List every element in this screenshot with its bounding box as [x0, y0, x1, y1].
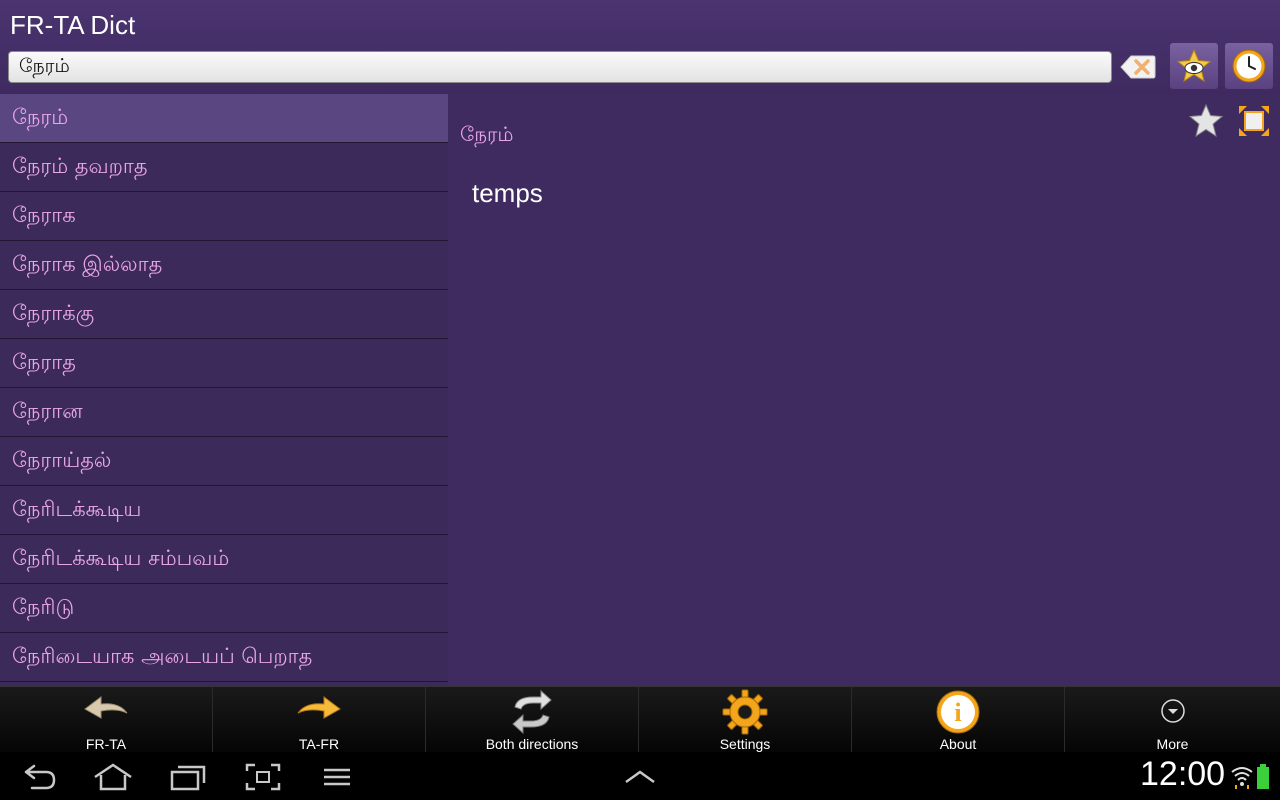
list-item[interactable]: நேரான [0, 388, 448, 437]
chevron-up-icon[interactable] [622, 762, 658, 792]
wifi-icon [1231, 767, 1253, 789]
action-bar: FR-TA TA-FR Both directions Settings i A… [0, 686, 1280, 752]
both-directions-button[interactable]: Both directions [426, 687, 639, 752]
star-icon [1188, 103, 1224, 138]
title-bar: FR-TA Dict [0, 0, 1280, 94]
fullscreen-button[interactable] [1236, 103, 1272, 139]
clear-search-button[interactable] [1119, 53, 1157, 81]
system-navigation-bar [0, 752, 1280, 800]
recent-apps-icon[interactable] [168, 762, 208, 792]
swap-arrows-icon [512, 689, 552, 735]
list-item[interactable]: நேரிடு [0, 584, 448, 633]
list-item[interactable]: நேராக்கு [0, 290, 448, 339]
settings-label: Settings [719, 736, 771, 752]
ta-fr-label: TA-FR [298, 736, 340, 752]
list-item[interactable]: நேராக இல்லாத [0, 241, 448, 290]
favorites-button[interactable] [1170, 43, 1218, 89]
app-title: FR-TA Dict [10, 10, 136, 40]
back-arrow-icon [84, 696, 128, 719]
status-clock: 12:00 [1140, 755, 1226, 793]
fullscreen-icon [1239, 106, 1269, 136]
home-button-icon[interactable] [92, 762, 134, 792]
list-item[interactable]: நேராத [0, 339, 448, 388]
more-label: More [1156, 736, 1189, 752]
history-clock-icon [1232, 49, 1266, 83]
list-item[interactable]: நேரம் [0, 94, 448, 143]
screenshot-icon[interactable] [244, 762, 282, 792]
history-button[interactable] [1225, 43, 1273, 89]
clear-text-icon [1120, 55, 1156, 79]
gear-icon [722, 689, 768, 735]
app-window: FR-TA Dict நேரம் நேரம் தவறாத [0, 0, 1280, 686]
definition-headword: நேரம் [460, 122, 514, 146]
menu-icon[interactable] [320, 762, 354, 792]
search-input[interactable] [8, 51, 1112, 83]
list-item[interactable]: நேராக [0, 192, 448, 241]
fr-ta-button[interactable]: FR-TA [0, 687, 213, 752]
more-button[interactable]: More [1065, 687, 1280, 752]
svg-text:i: i [954, 698, 961, 727]
about-label: About [939, 736, 977, 752]
list-item[interactable]: நேரிடையாக அடையப் பெறாத [0, 633, 448, 682]
add-favorite-button[interactable] [1188, 103, 1224, 139]
about-button[interactable]: i About [852, 687, 1065, 752]
definition-panel: நேரம் temps [448, 94, 1280, 686]
both-directions-label: Both directions [485, 736, 579, 752]
back-button-icon[interactable] [20, 762, 60, 792]
list-item[interactable]: நேராய்தல் [0, 437, 448, 486]
list-item[interactable]: நேரிடக்கூடிய [0, 486, 448, 535]
fr-ta-label: FR-TA [85, 736, 127, 752]
more-dropdown-icon [1160, 699, 1185, 723]
battery-icon [1257, 764, 1269, 789]
ta-fr-button[interactable]: TA-FR [213, 687, 426, 752]
settings-button[interactable]: Settings [639, 687, 852, 752]
favorites-eye-icon [1176, 48, 1212, 83]
list-item[interactable]: நேரிடக்கூடிய சம்பவம் [0, 535, 448, 584]
definition-translation: temps [472, 178, 543, 208]
list-item[interactable]: நேரம் தவறாத [0, 143, 448, 192]
word-list[interactable]: நேரம் நேரம் தவறாத நேராக நேராக இல்லாத நேர… [0, 94, 448, 686]
info-icon: i [936, 690, 980, 734]
forward-arrow-icon [297, 696, 341, 719]
